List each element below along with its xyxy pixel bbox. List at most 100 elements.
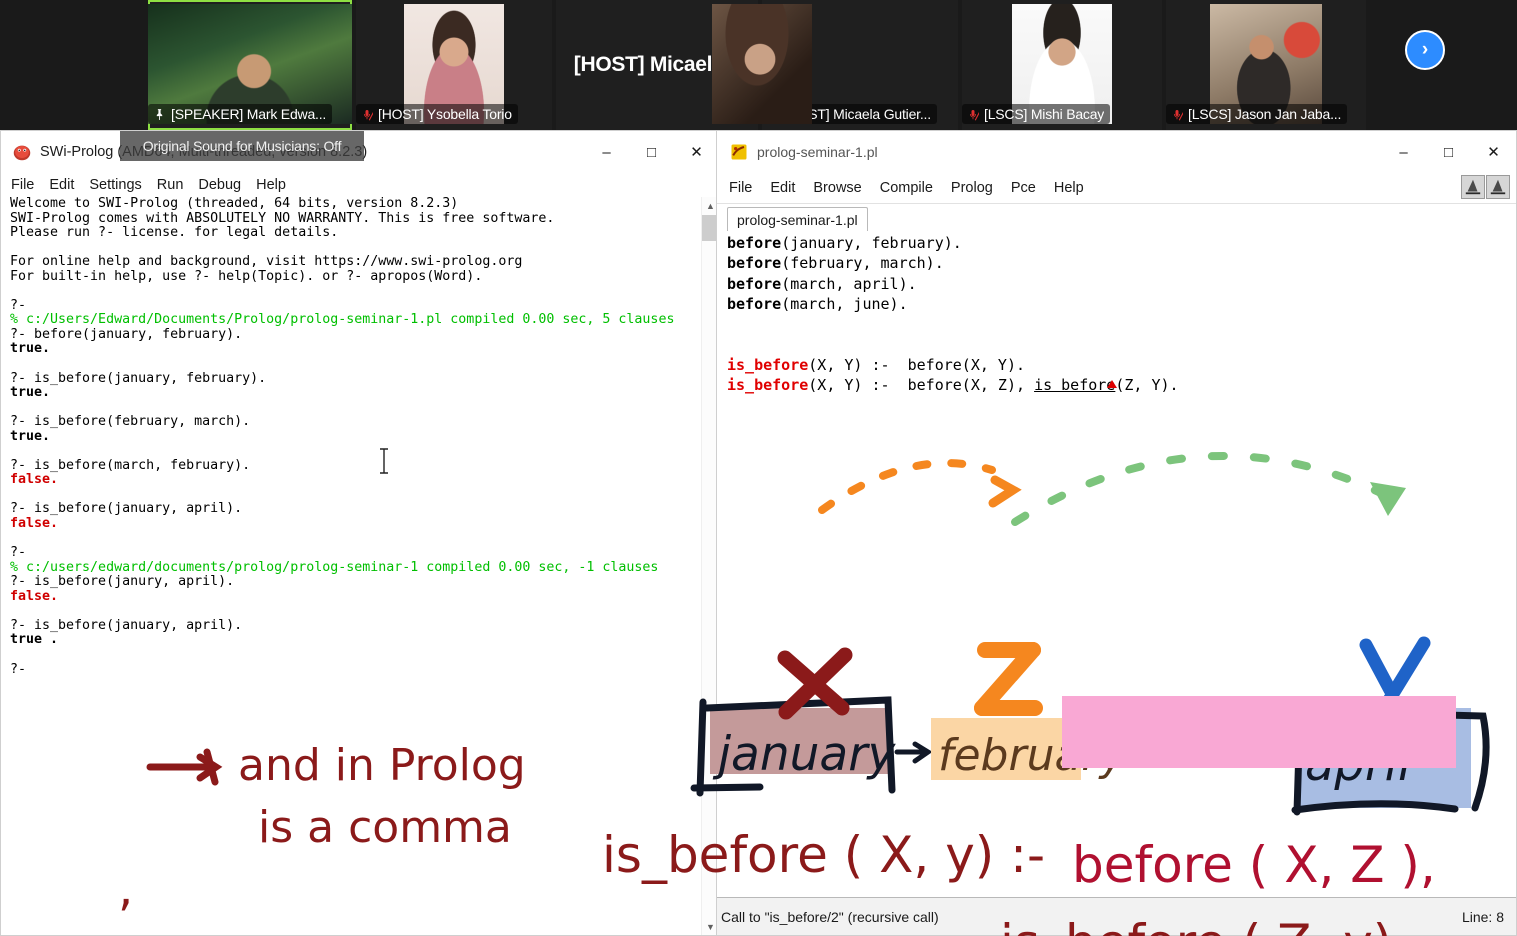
editor-toolbar: [1461, 175, 1510, 199]
console-line: false.: [10, 516, 58, 531]
editor-window-controls: – □ ✕: [1381, 131, 1516, 173]
console-line: ?- is_before(january, april).: [10, 618, 242, 633]
console-line: ?- is_before(february, march).: [10, 414, 250, 429]
console-line: false.: [10, 589, 58, 604]
code-token: (Z, Y).: [1115, 376, 1178, 394]
prolog-editor-window: prolog-seminar-1.pl – □ ✕ File Edit Brow…: [716, 130, 1517, 936]
participant-name-0: [SPEAKER] Mark Edwa...: [171, 106, 326, 122]
console-minimize-button[interactable]: –: [584, 131, 629, 173]
code-line: before(february, march).: [727, 253, 1179, 273]
console-line: % c:/Users/Edward/Documents/Prolog/prolo…: [10, 312, 674, 327]
editor-menu-prolog[interactable]: Prolog: [951, 180, 993, 196]
console-output-area[interactable]: Welcome to SWI-Prolog (threaded, 64 bits…: [1, 197, 719, 935]
code-token: (february, march).: [781, 254, 944, 272]
console-line: ?- is_before(january, april).: [10, 501, 242, 516]
editor-statusbar: Call to "is_before/2" (recursive call) L…: [717, 897, 1516, 935]
syntax-error-caret-icon: [1107, 380, 1117, 388]
console-maximize-button[interactable]: □: [629, 131, 674, 173]
console-line: SWI-Prolog comes with ABSOLUTELY NO WARR…: [10, 211, 554, 226]
console-close-button[interactable]: ✕: [674, 131, 719, 173]
editor-code-area[interactable]: before(january, february).before(februar…: [717, 231, 1516, 889]
code-token: before: [727, 234, 781, 252]
console-titlebar: SWi-Prolog (AMD64, Multi-threaded, versi…: [1, 131, 719, 173]
participant-namebar-0: [SPEAKER] Mark Edwa...: [148, 104, 332, 124]
console-line: ?- is_before(january, february).: [10, 371, 266, 386]
editor-vertical-scrollbar[interactable]: [1500, 231, 1516, 889]
participant-name-3: [LSCS] Mishi Bacay: [984, 106, 1104, 122]
participant-tile-4[interactable]: [LSCS] Jason Jan Jaba...: [1166, 0, 1366, 130]
text-cursor: [383, 448, 385, 472]
mic-muted-icon: [1171, 107, 1183, 122]
editor-tab-prolog-seminar-1[interactable]: prolog-seminar-1.pl: [727, 207, 868, 232]
console-output-text: Welcome to SWI-Prolog (threaded, 64 bits…: [10, 197, 695, 677]
console-line: false.: [10, 472, 58, 487]
editor-source-code: before(january, february).before(februar…: [727, 233, 1179, 395]
next-page-button[interactable]: ›: [1405, 30, 1445, 70]
pin-icon: [153, 107, 166, 122]
console-menu-edit[interactable]: Edit: [49, 177, 74, 193]
console-menu-file[interactable]: File: [11, 177, 34, 193]
console-line: Please run ?- license. for legal details…: [10, 225, 338, 240]
code-token: before: [727, 254, 781, 272]
code-token: before: [727, 295, 781, 313]
participant-tile-0[interactable]: [SPEAKER] Mark Edwa...: [148, 0, 352, 130]
editor-menubar: File Edit Browse Compile Prolog Pce Help: [717, 173, 1516, 204]
console-menu-settings[interactable]: Settings: [89, 177, 141, 193]
participant-name-1: [HOST] Ysobella Torio: [378, 106, 512, 122]
pl-file-icon: [729, 142, 749, 162]
code-token: is before: [1034, 376, 1115, 394]
editor-line-indicator: Line: 8: [1462, 909, 1504, 925]
code-line: is_before(X, Y) :- before(X, Y).: [727, 355, 1179, 375]
code-token: is_before: [727, 376, 808, 394]
editor-menu-help[interactable]: Help: [1054, 180, 1084, 196]
participant-namebar-3: [LSCS] Mishi Bacay: [962, 104, 1110, 124]
code-token: is_before: [727, 356, 808, 374]
swipl-console-window: SWi-Prolog (AMD64, Multi-threaded, versi…: [0, 130, 720, 936]
editor-menu-browse[interactable]: Browse: [813, 180, 861, 196]
console-line: ?-: [10, 662, 26, 677]
sail-right-icon[interactable]: [1486, 175, 1510, 199]
code-line: before(march, april).: [727, 274, 1179, 294]
editor-close-button[interactable]: ✕: [1471, 131, 1516, 173]
participant-tile-1[interactable]: [HOST] Ysobella Torio: [356, 0, 552, 130]
editor-tabstrip: prolog-seminar-1.pl: [717, 204, 1516, 233]
zoom-video-strip: [SPEAKER] Mark Edwa... [HOST] Ysobella T…: [0, 0, 1517, 130]
editor-status-message: Call to "is_before/2" (recursive call): [721, 909, 939, 925]
console-line: true.: [10, 341, 50, 356]
console-line: ?- before(january, february).: [10, 327, 242, 342]
console-line: true .: [10, 632, 58, 647]
code-line: before(march, june).: [727, 294, 1179, 314]
code-line: [727, 314, 1179, 334]
editor-menu-compile[interactable]: Compile: [880, 180, 933, 196]
console-menu-run[interactable]: Run: [157, 177, 184, 193]
console-line: ?-: [10, 545, 26, 560]
sail-left-icon[interactable]: [1461, 175, 1485, 199]
console-line: ?- is_before(janury, april).: [10, 574, 234, 589]
editor-maximize-button[interactable]: □: [1426, 131, 1471, 173]
participant-tile-3[interactable]: [LSCS] Mishi Bacay: [962, 0, 1162, 130]
code-token: (january, february).: [781, 234, 962, 252]
editor-menu-edit[interactable]: Edit: [770, 180, 795, 196]
console-line: ?- is_before(march, february).: [10, 458, 250, 473]
console-line: For built-in help, use ?- help(Topic). o…: [10, 269, 482, 284]
console-menubar: File Edit Settings Run Debug Help: [1, 173, 719, 197]
code-token: (march, april).: [781, 275, 916, 293]
console-line: ?-: [10, 298, 26, 313]
participant-video-2: [712, 4, 812, 124]
console-window-controls: – □ ✕: [584, 131, 719, 173]
editor-titlebar: prolog-seminar-1.pl – □ ✕: [717, 131, 1516, 173]
participant-namebar-4: [LSCS] Jason Jan Jaba...: [1166, 104, 1347, 124]
code-line: [727, 334, 1179, 354]
console-menu-debug[interactable]: Debug: [198, 177, 241, 193]
console-line: For online help and background, visit ht…: [10, 254, 522, 269]
code-token: (X, Y) :- before(X, Z),: [808, 376, 1034, 394]
mic-muted-icon: [967, 107, 979, 122]
console-line: true.: [10, 429, 50, 444]
participant-name-4: [LSCS] Jason Jan Jaba...: [1188, 106, 1341, 122]
editor-menu-file[interactable]: File: [729, 180, 752, 196]
console-menu-help[interactable]: Help: [256, 177, 286, 193]
editor-menu-pce[interactable]: Pce: [1011, 180, 1036, 196]
editor-minimize-button[interactable]: –: [1381, 131, 1426, 173]
console-line: Welcome to SWI-Prolog (threaded, 64 bits…: [10, 197, 458, 211]
code-line: before(january, february).: [727, 233, 1179, 253]
